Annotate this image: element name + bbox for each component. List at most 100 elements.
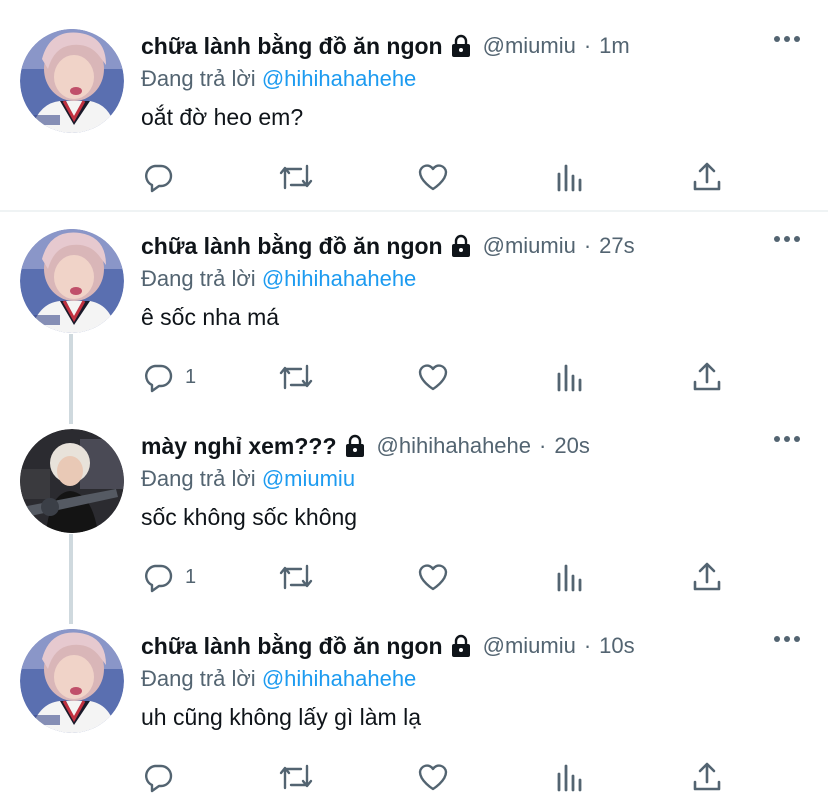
analytics-icon — [557, 564, 582, 592]
analytics-button[interactable] — [554, 160, 588, 194]
analytics-icon — [557, 764, 582, 792]
tweet[interactable]: chữa lành bằng đồ ăn ngon @miumiu · 27s … — [0, 226, 828, 412]
retweet-button[interactable] — [277, 160, 315, 194]
handle[interactable]: @hihihahahehe — [377, 433, 531, 459]
lock-icon — [343, 434, 367, 458]
mention-link[interactable]: @hihihahahehe — [262, 266, 416, 291]
share-button[interactable] — [690, 560, 724, 594]
display-name[interactable]: chữa lành bằng đồ ăn ngon — [141, 633, 443, 660]
tweet-header: mày nghỉ xem??? @hihihahahehe · 20s — [141, 426, 590, 466]
reply-count: 1 — [185, 565, 197, 588]
avatar[interactable] — [20, 629, 124, 733]
reply-icon — [145, 564, 173, 593]
replying-prefix: Đang trả lời — [141, 266, 256, 291]
reply-count: 1 — [185, 365, 197, 388]
tweet[interactable]: chữa lành bằng đồ ăn ngon @miumiu · 10s … — [0, 626, 828, 809]
more-icon[interactable] — [774, 436, 800, 442]
share-icon — [693, 362, 721, 391]
share-icon — [693, 762, 721, 791]
divider — [0, 210, 828, 212]
timestamp[interactable]: 27s — [599, 233, 634, 259]
lock-icon — [449, 234, 473, 258]
tweet-text: oắt đờ heo em? — [141, 104, 304, 130]
analytics-icon — [557, 164, 582, 192]
action-bar: 1 — [0, 360, 828, 400]
tweet-header: chữa lành bằng đồ ăn ngon @miumiu · 1m — [141, 26, 630, 66]
reply-button[interactable]: 1 — [141, 360, 196, 394]
tweet[interactable]: chữa lành bằng đồ ăn ngon @miumiu · 1m Đ… — [0, 26, 828, 212]
handle[interactable]: @miumiu — [483, 233, 576, 259]
display-name[interactable]: chữa lành bằng đồ ăn ngon — [141, 33, 443, 60]
analytics-button[interactable] — [554, 360, 588, 394]
tweet-header: chữa lành bằng đồ ăn ngon @miumiu · 10s — [141, 626, 635, 666]
avatar[interactable] — [20, 29, 124, 133]
analytics-button[interactable] — [554, 560, 588, 594]
replying-to: Đang trả lời @hihihahahehe — [141, 266, 416, 292]
action-bar — [0, 760, 828, 800]
handle[interactable]: @miumiu — [483, 633, 576, 659]
more-icon[interactable] — [774, 636, 800, 642]
share-button[interactable] — [690, 360, 724, 394]
analytics-button[interactable] — [554, 760, 588, 794]
timestamp[interactable]: 20s — [554, 433, 589, 459]
separator: · — [583, 233, 592, 258]
tweet-header: chữa lành bằng đồ ăn ngon @miumiu · 27s — [141, 226, 635, 266]
timestamp[interactable]: 10s — [599, 633, 634, 659]
replying-prefix: Đang trả lời — [141, 466, 256, 491]
reply-icon — [145, 164, 173, 193]
retweet-icon — [279, 764, 313, 790]
tweet-text: sốc không sốc không — [141, 504, 358, 530]
tweet-text: ê sốc nha má — [141, 304, 280, 330]
analytics-icon — [557, 364, 582, 392]
share-icon — [693, 162, 721, 191]
avatar[interactable] — [20, 229, 124, 333]
retweet-icon — [279, 164, 313, 190]
replying-prefix: Đang trả lời — [141, 666, 256, 691]
mention-link[interactable]: @miumiu — [262, 466, 355, 491]
lock-icon — [449, 34, 473, 58]
separator: · — [583, 633, 592, 658]
replying-to: Đang trả lời @hihihahahehe — [141, 66, 416, 92]
like-button[interactable] — [416, 760, 450, 794]
pink-hair-avatar-image — [20, 629, 124, 733]
display-name[interactable]: chữa lành bằng đồ ăn ngon — [141, 233, 443, 260]
share-button[interactable] — [690, 160, 724, 194]
blonde-guitar-avatar-image — [20, 429, 124, 533]
like-button[interactable] — [416, 560, 450, 594]
retweet-button[interactable] — [277, 360, 315, 394]
like-button[interactable] — [416, 360, 450, 394]
share-icon — [693, 562, 721, 591]
replying-to: Đang trả lời @miumiu — [141, 466, 355, 492]
handle[interactable]: @miumiu — [483, 33, 576, 59]
more-icon[interactable] — [774, 36, 800, 42]
replying-to: Đang trả lời @hihihahahehe — [141, 666, 416, 692]
reply-button[interactable] — [141, 160, 185, 194]
tweet[interactable]: mày nghỉ xem??? @hihihahahehe · 20s Đang… — [0, 426, 828, 612]
pink-hair-avatar-image — [20, 29, 124, 133]
retweet-icon — [279, 364, 313, 390]
action-bar: 1 — [0, 560, 828, 600]
like-icon — [418, 564, 448, 591]
share-button[interactable] — [690, 760, 724, 794]
pink-hair-avatar-image — [20, 229, 124, 333]
like-icon — [418, 764, 448, 791]
retweet-button[interactable] — [277, 560, 315, 594]
display-name[interactable]: mày nghỉ xem??? — [141, 433, 337, 460]
like-icon — [418, 364, 448, 391]
timestamp[interactable]: 1m — [599, 33, 630, 59]
separator: · — [539, 433, 547, 458]
reply-button[interactable] — [141, 760, 185, 794]
avatar[interactable] — [20, 429, 124, 533]
more-icon[interactable] — [774, 236, 800, 242]
reply-icon — [145, 764, 173, 793]
action-bar — [0, 160, 828, 200]
mention-link[interactable]: @hihihahahehe — [262, 66, 416, 91]
like-button[interactable] — [416, 160, 450, 194]
reply-button[interactable]: 1 — [141, 560, 196, 594]
retweet-button[interactable] — [277, 760, 315, 794]
separator: · — [583, 33, 592, 58]
replying-prefix: Đang trả lời — [141, 66, 256, 91]
mention-link[interactable]: @hihihahahehe — [262, 666, 416, 691]
reply-icon — [145, 364, 173, 393]
tweet-text: uh cũng không lấy gì làm lạ — [141, 704, 422, 730]
